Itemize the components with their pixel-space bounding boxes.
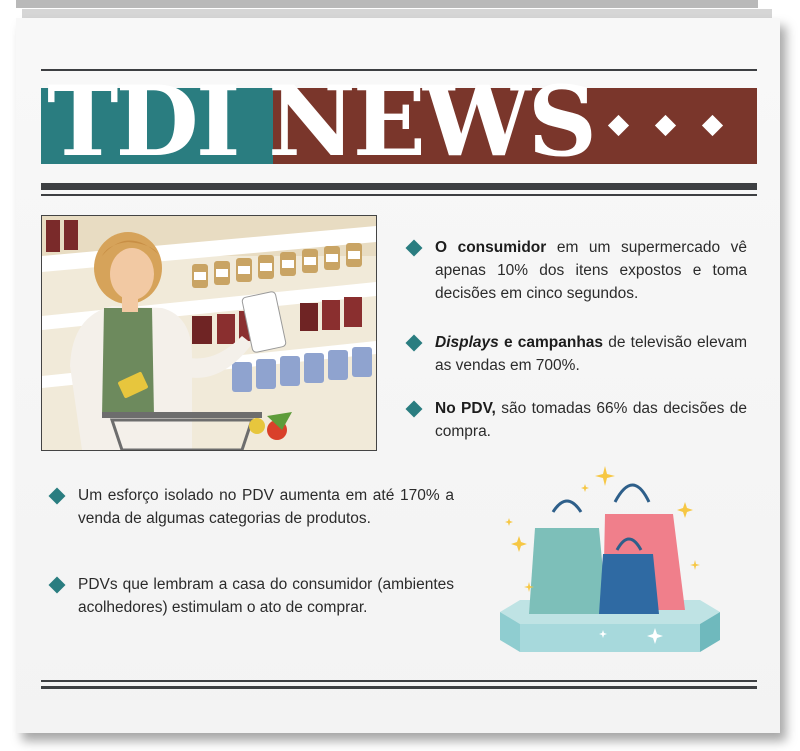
masthead: TDI NEWS	[41, 74, 757, 170]
bullet-displays: Displays e campanhas de televisão elevam…	[435, 331, 747, 377]
top-paper-edge	[16, 0, 758, 8]
bottom-rule-thin	[41, 680, 757, 682]
shopper-illustration-svg	[42, 216, 376, 450]
masthead-title: TDI NEWS	[47, 65, 597, 178]
bullet-consumer: O consumidor em um supermercado vê apena…	[435, 236, 747, 305]
bullet-displays-italic: Displays	[435, 334, 499, 351]
bullet-displays-bold: e campanhas	[498, 334, 604, 351]
masthead-rule-thin	[41, 194, 757, 196]
bullet-pdv-bold: No PDV,	[435, 400, 496, 417]
shopping-bags-svg	[500, 466, 720, 652]
bottom-rule-thick	[41, 686, 757, 689]
shopper-illustration	[41, 215, 377, 451]
bullet-consumer-bold: O consumidor	[435, 239, 547, 256]
bullet-pdv: No PDV, são tomadas 66% das decisões de …	[435, 397, 747, 443]
top-paper-edge-2	[22, 9, 772, 18]
shopping-bags-illustration	[495, 462, 725, 662]
bullet-home-like-pdv: PDVs que lembram a casa do consumidor (a…	[78, 576, 454, 616]
bullet-isolated-effort: Um esforço isolado no PDV aumenta em até…	[78, 487, 454, 527]
masthead-rule-thick	[41, 183, 757, 190]
